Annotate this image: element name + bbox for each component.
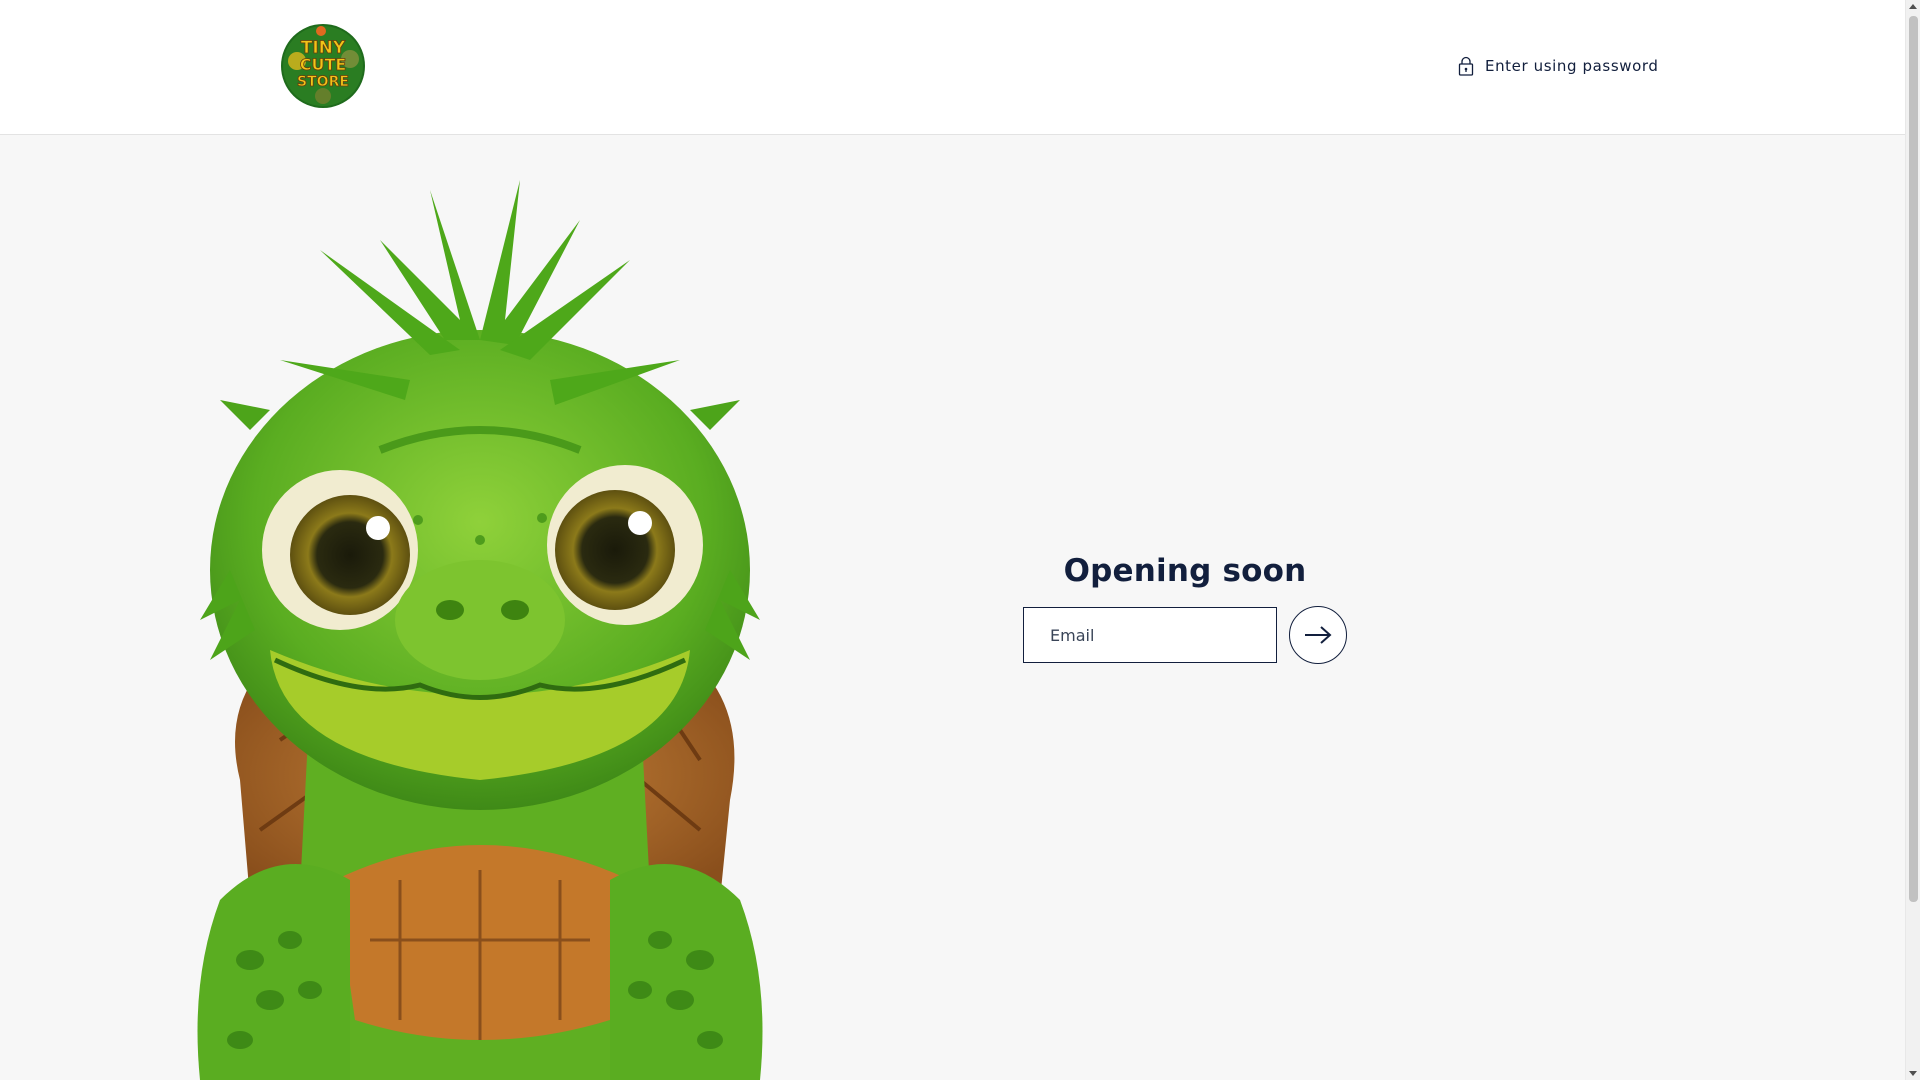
email-input[interactable] — [1050, 625, 1276, 645]
password-page: TINY CUTE STORE Enter using password Ope… — [0, 0, 1920, 1080]
lock-icon — [1457, 56, 1475, 76]
scroll-down-icon[interactable] — [1909, 1071, 1917, 1076]
store-logo[interactable]: TINY CUTE STORE — [280, 23, 366, 109]
arrow-right-icon — [1305, 626, 1332, 644]
page-scrollbar[interactable] — [1905, 0, 1920, 1080]
scroll-up-icon[interactable] — [1909, 4, 1917, 9]
opening-soon-section: Opening soon — [1020, 553, 1350, 673]
site-header: TINY CUTE STORE Enter using password — [0, 0, 1905, 135]
subscribe-submit-button[interactable] — [1289, 606, 1347, 664]
email-field[interactable] — [1023, 607, 1277, 663]
logo-line-3: STORE — [297, 74, 349, 90]
store-logo-image: TINY CUTE STORE — [281, 24, 365, 108]
enter-password-label: Enter using password — [1485, 57, 1659, 75]
enter-password-link[interactable]: Enter using password — [1457, 52, 1659, 80]
logo-line-2: CUTE — [300, 55, 347, 74]
turtle-mascot-image — [160, 180, 800, 1080]
scrollbar-thumb[interactable] — [1909, 16, 1918, 902]
opening-soon-title: Opening soon — [1063, 553, 1307, 589]
